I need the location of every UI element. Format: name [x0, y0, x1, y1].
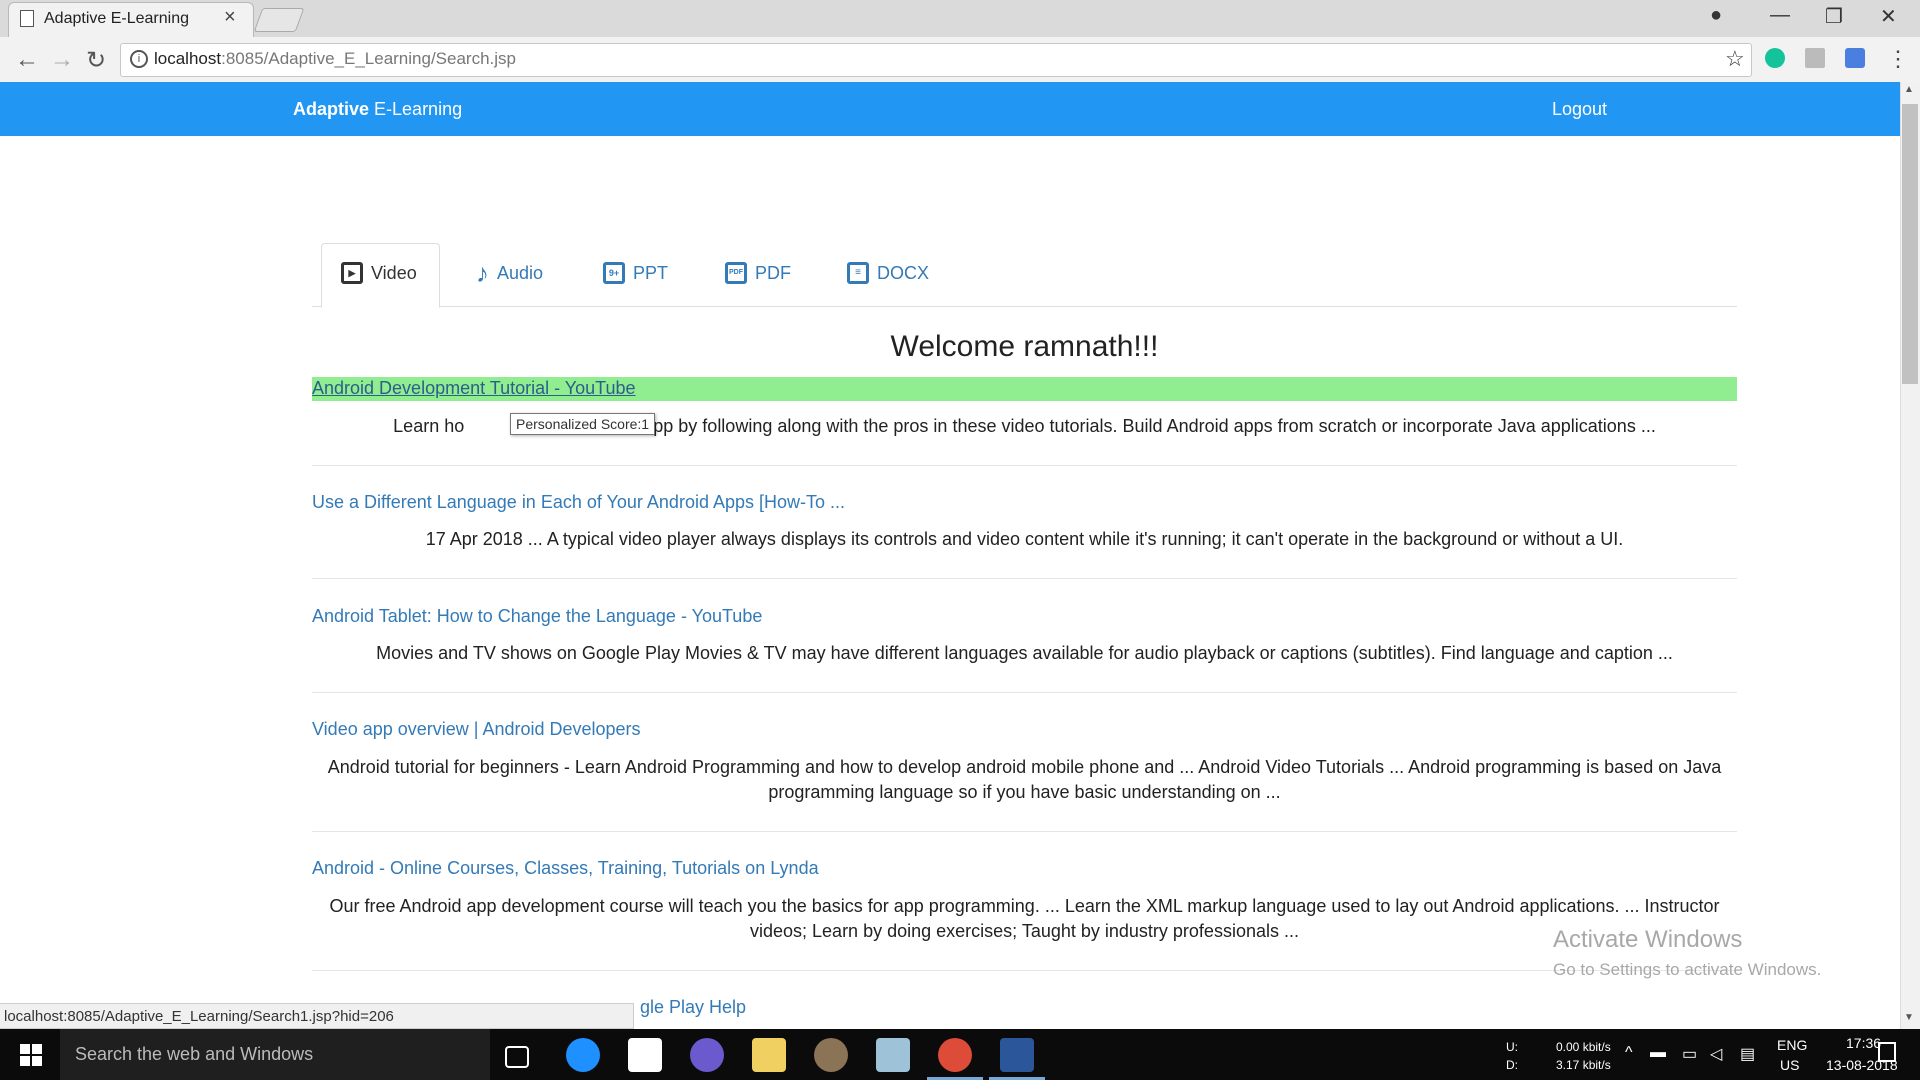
- new-tab-button[interactable]: [253, 8, 305, 32]
- scroll-up-arrow-icon[interactable]: ▲: [1904, 84, 1914, 95]
- net-up-value: 0.00 kbit/s: [1556, 1040, 1611, 1054]
- link-status-bar: localhost:8085/Adaptive_E_Learning/Searc…: [0, 1003, 634, 1029]
- tab-audio[interactable]: ♪ Audio: [476, 258, 544, 288]
- taskbar-search-placeholder: Search the web and Windows: [75, 1044, 314, 1064]
- keyboard-icon[interactable]: ▤: [1740, 1044, 1755, 1064]
- ppt-icon: 9+: [603, 262, 625, 284]
- result-desc-4: Android tutorial for beginners - Learn A…: [327, 757, 1722, 802]
- brand-link[interactable]: Adaptive E-Learning: [293, 99, 462, 120]
- settings-gear-icon[interactable]: [814, 1038, 848, 1072]
- tab-audio-label: Audio: [497, 262, 544, 283]
- close-window-icon[interactable]: ✕: [1880, 4, 1897, 29]
- url-text[interactable]: localhost:8085/Adaptive_E_Learning/Searc…: [154, 49, 516, 69]
- page-icon: [20, 10, 34, 27]
- result-divider: [312, 465, 1737, 466]
- result-desc-3: Movies and TV shows on Google Play Movie…: [376, 643, 1673, 663]
- tab-pdf-label: PDF: [755, 262, 791, 283]
- net-down-value: 3.17 kbit/s: [1556, 1058, 1611, 1072]
- tray-chevron-up-icon[interactable]: ^: [1625, 1044, 1633, 1062]
- url-path: :8085/Adaptive_E_Learning/Search.jsp: [221, 49, 516, 68]
- close-tab-icon[interactable]: ×: [224, 6, 236, 29]
- tabs-divider: [312, 306, 1737, 307]
- tab-video[interactable]: ▶ Video: [341, 262, 417, 284]
- input-language[interactable]: ENG: [1777, 1037, 1807, 1053]
- welcome-heading: Welcome ramnath!!!: [890, 330, 1159, 363]
- notification-icon[interactable]: [1878, 1042, 1896, 1062]
- result-desc-1-a: Learn ho: [393, 416, 465, 436]
- site-navbar: [0, 82, 1900, 136]
- menu-kebab-icon[interactable]: ⋮: [1887, 46, 1909, 72]
- result-desc-5: Our free Android app development course …: [329, 896, 1720, 941]
- activate-windows-title: Activate Windows: [1553, 926, 1743, 953]
- store-icon[interactable]: [628, 1038, 662, 1072]
- net-down-label: D:: [1506, 1058, 1518, 1072]
- document-icon: ≡: [847, 262, 869, 284]
- result-divider: [312, 970, 1737, 971]
- result-divider: [312, 578, 1737, 579]
- info-icon[interactable]: i: [130, 50, 148, 68]
- result-desc-2: 17 Apr 2018 ... A typical video player a…: [425, 529, 1624, 549]
- pdf-icon: PDF: [725, 262, 747, 284]
- eclipse-icon[interactable]: [690, 1038, 724, 1072]
- brand-rest: E-Learning: [369, 99, 463, 119]
- activate-windows-subtitle: Go to Settings to activate Windows.: [1553, 960, 1822, 979]
- brand-bold: Adaptive: [293, 99, 370, 119]
- tab-docx-label: DOCX: [877, 262, 930, 283]
- task-view-icon[interactable]: [505, 1046, 529, 1068]
- net-up-label: U:: [1506, 1040, 1518, 1054]
- result-title-6[interactable]: gle Play Help: [640, 997, 746, 1018]
- input-region[interactable]: US: [1780, 1057, 1799, 1073]
- browser-tab-title: Adaptive E-Learning: [44, 10, 189, 27]
- score-tooltip: Personalized Score:1: [510, 413, 656, 435]
- grammarly-icon[interactable]: [1765, 48, 1785, 68]
- notes-app-icon[interactable]: [876, 1038, 910, 1072]
- cast-icon[interactable]: [1805, 48, 1825, 68]
- windows-start-icon[interactable]: [20, 1044, 42, 1066]
- edge-icon[interactable]: [566, 1038, 600, 1072]
- scroll-thumb[interactable]: [1902, 104, 1918, 384]
- profile-icon[interactable]: ●: [1710, 4, 1722, 27]
- taskbar-clock[interactable]: 17:36: [1846, 1035, 1881, 1051]
- result-title-4[interactable]: Video app overview | Android Developers: [312, 719, 641, 740]
- result-title-1-text: Android Development Tutorial - YouTube: [312, 378, 636, 398]
- tab-ppt[interactable]: 9+ PPT: [603, 262, 668, 284]
- logout-link[interactable]: Logout: [1552, 99, 1607, 120]
- bookmark-star-icon[interactable]: ☆: [1725, 46, 1745, 72]
- result-divider: [312, 692, 1737, 693]
- result-title-2[interactable]: Use a Different Language in Each of Your…: [312, 492, 845, 513]
- scroll-down-arrow-icon[interactable]: ▼: [1904, 1012, 1914, 1023]
- battery-icon[interactable]: ▬: [1650, 1044, 1666, 1062]
- translate-icon[interactable]: [1845, 48, 1865, 68]
- volume-icon[interactable]: ◁: [1710, 1044, 1722, 1064]
- result-desc-1-b: oid app by following along with the pros…: [614, 416, 1656, 436]
- tab-docx[interactable]: ≡ DOCX: [847, 262, 929, 284]
- network-icon[interactable]: ▭: [1682, 1044, 1697, 1064]
- result-divider: [312, 831, 1737, 832]
- tv-icon: ▶: [341, 262, 363, 284]
- result-title-3[interactable]: Android Tablet: How to Change the Langua…: [312, 606, 762, 627]
- url-host: localhost: [154, 49, 222, 68]
- forward-arrow-icon[interactable]: →: [50, 46, 74, 74]
- music-note-icon: ♪: [476, 258, 489, 288]
- tab-pdf[interactable]: PDF PDF: [725, 262, 791, 284]
- minimize-icon[interactable]: —: [1770, 4, 1790, 27]
- file-explorer-icon[interactable]: [752, 1038, 786, 1072]
- reload-icon[interactable]: ↻: [86, 46, 106, 75]
- chrome-icon[interactable]: [938, 1038, 972, 1072]
- tab-ppt-label: PPT: [633, 262, 669, 283]
- tab-video-label: Video: [371, 262, 417, 283]
- result-title-1[interactable]: Android Development Tutorial - YouTube: [312, 378, 636, 399]
- word-icon[interactable]: [1000, 1038, 1034, 1072]
- back-arrow-icon[interactable]: ←: [15, 46, 39, 74]
- result-title-5[interactable]: Android - Online Courses, Classes, Train…: [312, 858, 819, 879]
- restore-icon[interactable]: ❐: [1825, 4, 1843, 29]
